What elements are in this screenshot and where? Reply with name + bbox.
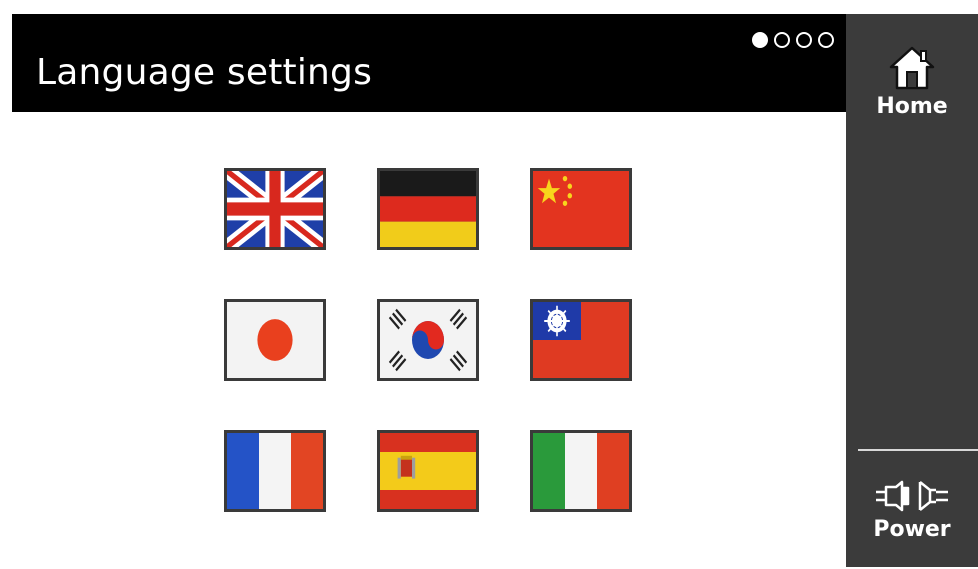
- china-flag-icon: [533, 171, 629, 247]
- power-button[interactable]: Power: [846, 479, 978, 569]
- power-plug-icon: [876, 480, 948, 512]
- page-dot: [818, 32, 834, 48]
- language-button-spanish[interactable]: [377, 430, 479, 512]
- title-bar: Language settings: [12, 14, 846, 112]
- language-panel: [12, 112, 846, 567]
- south-korea-flag-icon: [380, 302, 476, 378]
- page-dot: [774, 32, 790, 48]
- taiwan-flag-icon: [533, 302, 629, 378]
- language-button-japanese[interactable]: [224, 299, 326, 381]
- sidebar: Home Power: [846, 14, 978, 567]
- page-dot-active: [752, 32, 768, 48]
- language-button-chinese[interactable]: [530, 168, 632, 250]
- language-button-traditional-chinese[interactable]: [530, 299, 632, 381]
- language-button-german[interactable]: [377, 168, 479, 250]
- uk-flag-icon: [227, 171, 323, 247]
- home-icon: [889, 46, 935, 90]
- left-border: [0, 14, 12, 567]
- language-button-korean[interactable]: [377, 299, 479, 381]
- home-label: Home: [876, 94, 948, 119]
- japan-flag-icon: [227, 302, 323, 378]
- language-button-italian[interactable]: [530, 430, 632, 512]
- language-button-english[interactable]: [224, 168, 326, 250]
- page-indicator: [752, 32, 834, 48]
- language-flag-grid: [224, 168, 632, 512]
- top-border: [0, 0, 978, 14]
- home-button[interactable]: Home: [846, 44, 978, 154]
- page-dot: [796, 32, 812, 48]
- page-title: Language settings: [36, 52, 373, 93]
- italy-flag-icon: [533, 433, 629, 509]
- spain-flag-icon: [380, 433, 476, 509]
- power-label: Power: [873, 517, 951, 542]
- language-button-french[interactable]: [224, 430, 326, 512]
- france-flag-icon: [227, 433, 323, 509]
- germany-flag-icon: [380, 171, 476, 247]
- sidebar-divider: [858, 449, 978, 451]
